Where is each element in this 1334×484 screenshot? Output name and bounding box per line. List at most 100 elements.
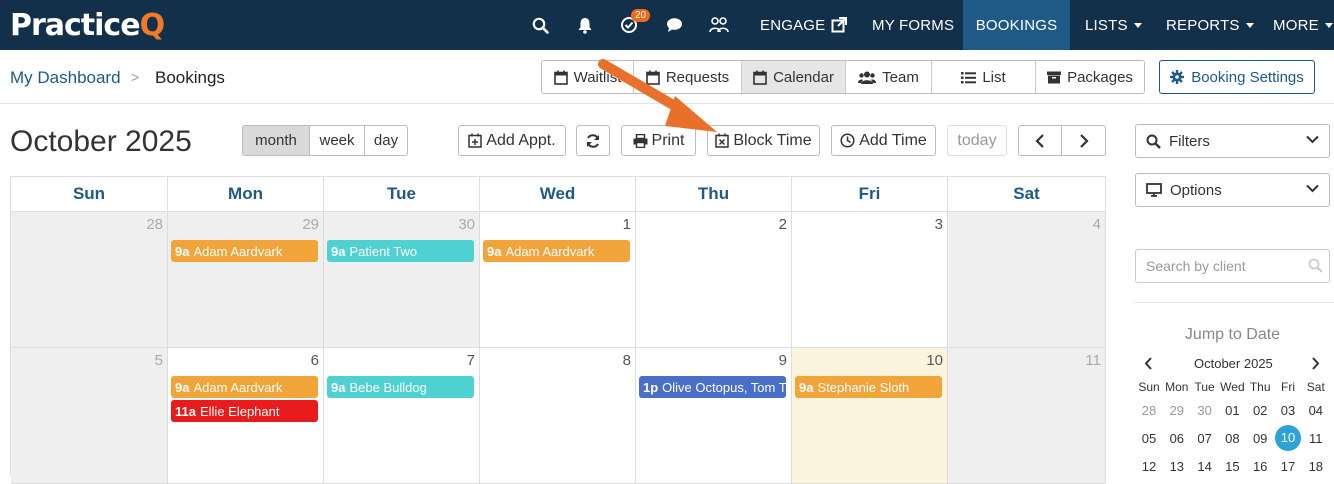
day-cell[interactable]: 8	[480, 348, 636, 484]
bell-icon[interactable]	[573, 14, 597, 36]
day-cell[interactable]: 3	[792, 212, 948, 348]
tab-packages[interactable]: Packages	[1036, 61, 1144, 93]
sidebar-divider	[1135, 302, 1334, 303]
tab-calendar-label: Calendar	[773, 68, 834, 86]
filters-label: Filters	[1169, 132, 1210, 150]
day-number: 1	[622, 216, 631, 233]
day-cell[interactable]: 30 9a Patient Two	[324, 212, 480, 348]
range-day-button[interactable]: day	[365, 126, 407, 155]
mini-day[interactable]: 05	[1135, 431, 1163, 446]
tab-calendar[interactable]: Calendar	[742, 61, 846, 93]
calendar-plus-icon	[468, 133, 483, 148]
practiceq-logo[interactable]: PracticeQ	[10, 8, 165, 43]
appointment-event[interactable]: 9a Adam Aardvark	[171, 376, 318, 398]
day-cell[interactable]: 5	[11, 348, 168, 484]
chat-icon[interactable]	[662, 14, 686, 36]
mini-day[interactable]: 30	[1191, 403, 1219, 418]
appointment-event[interactable]: 9a Adam Aardvark	[483, 240, 630, 262]
next-month-button[interactable]	[1062, 126, 1105, 155]
today-button[interactable]: today	[947, 125, 1007, 156]
event-time: 9a	[331, 243, 346, 259]
tab-team-label: Team	[882, 68, 919, 86]
jump-to-date-title: Jump to Date	[1184, 326, 1281, 343]
event-title: Patient Two	[349, 243, 418, 259]
chevron-down-icon	[1133, 22, 1142, 28]
day-cell[interactable]: 7 9a Bebe Bulldog	[324, 348, 480, 484]
mini-day[interactable]: 02	[1246, 403, 1274, 418]
tab-list-label: List	[982, 68, 1006, 86]
breadcrumb-dashboard-link[interactable]: My Dashboard	[10, 68, 121, 88]
appointment-event[interactable]: 1p Olive Octopus, Tom T	[639, 376, 786, 398]
add-appointment-label: Add Appt.	[486, 131, 556, 149]
top-navbar: PracticeQ 20 ENGAGE MY FORMS BOOKINGS LI…	[0, 0, 1334, 50]
mini-day[interactable]: 07	[1191, 431, 1219, 446]
nav-engage[interactable]: ENGAGE	[760, 0, 848, 50]
appointment-event[interactable]: 9a Bebe Bulldog	[327, 376, 474, 398]
appointment-event[interactable]: 9a Stephanie Sloth	[795, 376, 942, 398]
filters-dropdown[interactable]: Filters	[1135, 124, 1330, 158]
options-dropdown[interactable]: Options	[1135, 173, 1330, 207]
calendar-title: October 2025	[10, 125, 192, 158]
chevron-down-icon	[1324, 22, 1333, 28]
mini-day[interactable]: 28	[1135, 403, 1163, 418]
nav-lists[interactable]: LISTS	[1085, 0, 1142, 50]
day-cell[interactable]: 11	[948, 348, 1106, 484]
range-month-button[interactable]: month	[243, 126, 310, 155]
mini-next-month-icon[interactable]	[1311, 357, 1320, 370]
add-time-button[interactable]: Add Time	[831, 125, 936, 156]
day-cell[interactable]: 2	[636, 212, 792, 348]
mini-day[interactable]: 17	[1274, 459, 1302, 474]
event-title: Adam Aardvark	[193, 379, 283, 395]
appointment-event[interactable]: 9a Patient Two	[327, 240, 474, 262]
month-nav	[1018, 125, 1106, 156]
mini-day[interactable]: 09	[1246, 431, 1274, 446]
mini-day[interactable]: 12	[1135, 459, 1163, 474]
add-appointment-button[interactable]: Add Appt.	[458, 125, 566, 156]
day-cell[interactable]: 28	[11, 212, 168, 348]
mini-day[interactable]: 04	[1302, 403, 1330, 418]
mini-day[interactable]: 06	[1163, 431, 1191, 446]
day-number: 7	[466, 352, 475, 369]
search-icon[interactable]	[528, 14, 552, 36]
event-title: Bebe Bulldog	[349, 379, 427, 395]
mini-day[interactable]: 16	[1246, 459, 1274, 474]
team-users-icon[interactable]	[707, 14, 731, 36]
day-cell[interactable]: 9 1p Olive Octopus, Tom T	[636, 348, 792, 484]
breadcrumb-separator: >	[131, 69, 140, 85]
appointment-event[interactable]: 9a Adam Aardvark	[171, 240, 318, 262]
mini-prev-month-icon[interactable]	[1144, 357, 1153, 370]
nav-engage-label: ENGAGE	[760, 16, 826, 34]
nav-bookings[interactable]: BOOKINGS	[963, 0, 1070, 50]
appointment-event[interactable]: 11a Ellie Elephant	[171, 400, 318, 422]
day-cell[interactable]: 4	[948, 212, 1106, 348]
mini-day[interactable]: 08	[1218, 431, 1246, 446]
mini-day[interactable]: 01	[1218, 403, 1246, 418]
previous-month-button[interactable]	[1019, 126, 1062, 155]
mini-day[interactable]: 13	[1163, 459, 1191, 474]
range-week-button[interactable]: week	[310, 126, 365, 155]
nav-more[interactable]: MORE	[1273, 0, 1333, 50]
mini-day[interactable]: 18	[1302, 459, 1330, 474]
day-cell[interactable]: 29 9a Adam Aardvark	[168, 212, 324, 348]
calendar-icon	[753, 70, 767, 85]
nav-reports[interactable]: REPORTS	[1166, 0, 1254, 50]
mini-weekday: Sun	[1138, 380, 1160, 394]
mini-day[interactable]: 14	[1191, 459, 1219, 474]
mini-day-selected[interactable]: 10	[1275, 425, 1301, 451]
mini-day[interactable]: 11	[1302, 431, 1330, 446]
mini-day[interactable]: 29	[1163, 403, 1191, 418]
nav-my-forms[interactable]: MY FORMS	[872, 0, 954, 50]
mini-day[interactable]: 15	[1218, 459, 1246, 474]
booking-settings-button[interactable]: Booking Settings	[1159, 60, 1315, 94]
booking-settings-label: Booking Settings	[1191, 68, 1304, 86]
add-time-label: Add Time	[859, 131, 927, 149]
tab-list[interactable]: List	[932, 61, 1036, 93]
mini-day[interactable]: 03	[1274, 403, 1302, 418]
day-cell[interactable]: 1 9a Adam Aardvark	[480, 212, 636, 348]
day-cell[interactable]: 10 9a Stephanie Sloth	[792, 348, 948, 484]
client-search-input[interactable]	[1135, 249, 1330, 283]
tab-team[interactable]: Team	[846, 61, 932, 93]
event-time: 11a	[175, 403, 196, 419]
block-time-label: Block Time	[733, 131, 812, 149]
day-cell[interactable]: 6 9a Adam Aardvark 11a Ellie Elephant	[168, 348, 324, 484]
